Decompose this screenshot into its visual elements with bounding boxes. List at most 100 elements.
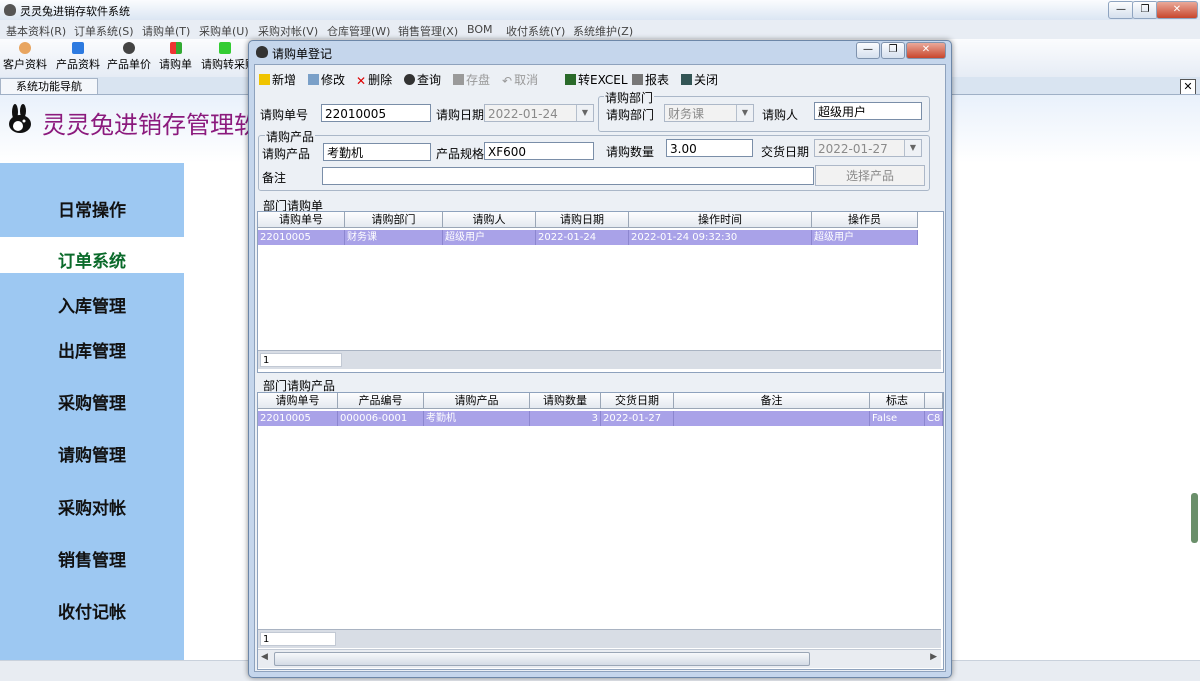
undo-icon: ↶: [502, 74, 513, 88]
minimize-button[interactable]: —: [1108, 1, 1134, 19]
menu-requisition[interactable]: 请购单(T): [142, 23, 190, 39]
grid2-footer: 1: [258, 629, 941, 648]
excel-icon: [565, 74, 576, 85]
dialog-title: 请购单登记: [272, 47, 333, 61]
scroll-right-icon[interactable]: ▶: [930, 652, 937, 662]
nav-close-icon[interactable]: ✕: [1180, 79, 1196, 95]
nav-item-inbound[interactable]: 入库管理: [0, 292, 184, 317]
product-label: 请购产品: [262, 147, 311, 161]
close-dialog-button[interactable]: 关闭: [681, 71, 718, 88]
exit-icon: [681, 74, 692, 85]
toolbar-price[interactable]: 产品单价: [107, 42, 151, 72]
req-no-field[interactable]: 22010005: [321, 104, 431, 122]
remark-field[interactable]: [322, 167, 814, 185]
cancel-button[interactable]: ↶ 取消: [502, 71, 538, 88]
qty-label: 请购数量: [606, 145, 655, 159]
menu-warehouse[interactable]: 仓库管理(W): [327, 23, 390, 39]
cell-dept: 财务课: [345, 230, 443, 245]
chevron-down-icon[interactable]: ▼: [736, 105, 753, 121]
new-icon: [259, 74, 270, 85]
toolbar-product[interactable]: 产品资料: [56, 42, 100, 72]
edit-button[interactable]: 修改: [308, 71, 345, 88]
close-button[interactable]: ✕: [1156, 1, 1198, 19]
delete-button[interactable]: ✕ 删除: [356, 71, 392, 88]
nav-panel: 日常操作 订单系统 入库管理 出库管理 采购管理 请购管理 采购对帐 销售管理 …: [0, 163, 184, 660]
spec-label: 产品规格: [436, 147, 485, 161]
chevron-down-icon[interactable]: ▼: [576, 105, 593, 121]
product-field[interactable]: 考勤机: [323, 143, 431, 161]
nav-item-sales[interactable]: 销售管理: [0, 546, 184, 571]
cell-reqno: 22010005: [258, 411, 338, 426]
toolbar-req-to-purchase[interactable]: 请购转采购: [201, 42, 249, 72]
nav-item-payment[interactable]: 收付记帐: [0, 598, 184, 623]
nav-item-requisition[interactable]: 请购管理: [0, 441, 184, 466]
product-group-label: 请购产品: [265, 128, 316, 145]
menu-order[interactable]: 订单系统(S): [74, 23, 134, 39]
requester-field[interactable]: 超级用户: [814, 102, 922, 120]
chevron-down-icon[interactable]: ▼: [904, 140, 921, 156]
toolbar-requisition[interactable]: 请购单: [159, 42, 192, 72]
grid2-col-qty[interactable]: 请购数量: [530, 393, 601, 409]
req-no-label: 请购单号: [260, 108, 309, 122]
box-icon: [72, 42, 84, 54]
new-button[interactable]: 新增: [259, 71, 296, 88]
dept-select[interactable]: 财务课 ▼: [664, 104, 754, 122]
nav-item-order[interactable]: 订单系统: [0, 247, 184, 272]
nav-item-outbound[interactable]: 出库管理: [0, 337, 184, 362]
grid1-col-date[interactable]: 请购日期: [536, 212, 629, 228]
qty-field[interactable]: 3.00: [666, 139, 753, 157]
dialog-close-button[interactable]: ✕: [906, 42, 946, 59]
table-row[interactable]: 22010005 000006-0001 考勤机 3 2022-01-27 Fa…: [258, 411, 943, 426]
menu-purchase[interactable]: 采购单(U): [199, 23, 249, 39]
grid1-col-optime[interactable]: 操作时间: [629, 212, 812, 228]
cell-optime: 2022-01-24 09:32:30: [629, 230, 812, 245]
excel-button[interactable]: 转EXCEL: [565, 71, 628, 88]
grid2-col-remark[interactable]: 备注: [674, 393, 870, 409]
binoculars-icon: [404, 74, 415, 85]
menu-maintenance[interactable]: 系统维护(Z): [573, 23, 633, 39]
grid2-col-reqno[interactable]: 请购单号: [258, 393, 338, 409]
req-date-field[interactable]: 2022-01-24 ▼: [484, 104, 594, 122]
table-row[interactable]: 22010005 财务课 超级用户 2022-01-24 2022-01-24 …: [258, 230, 918, 245]
maximize-button[interactable]: ❐: [1132, 1, 1158, 19]
printer-icon: [632, 74, 643, 85]
scrollbar-thumb[interactable]: [1191, 493, 1198, 543]
dept-requisition-product-grid: 请购单号 产品编号 请购产品 请购数量 交货日期 备注 标志 22010005 …: [257, 392, 944, 670]
grid2-col-extra[interactable]: [925, 393, 943, 409]
menu-bom[interactable]: BOM: [467, 23, 493, 36]
dialog-maximize-button[interactable]: ❐: [881, 42, 905, 59]
grid2-col-prodno[interactable]: 产品编号: [338, 393, 424, 409]
select-product-button[interactable]: 选择产品: [815, 165, 925, 186]
grid2-col-delivery[interactable]: 交货日期: [601, 393, 674, 409]
grid1-col-dept[interactable]: 请购部门: [345, 212, 443, 228]
grid2-col-product[interactable]: 请购产品: [424, 393, 530, 409]
grid1-record-count: 1: [260, 353, 342, 367]
menu-bar: 基本资料(R) 订单系统(S) 请购单(T) 采购单(U) 采购对帐(V) 仓库…: [0, 20, 1200, 40]
nav-item-reconcile[interactable]: 采购对帐: [0, 494, 184, 519]
grid2-col-flag[interactable]: 标志: [870, 393, 925, 409]
menu-reconcile[interactable]: 采购对帐(V): [258, 23, 318, 39]
nav-item-daily[interactable]: 日常操作: [0, 196, 184, 221]
toolbar-customer[interactable]: 客户资料: [3, 42, 47, 72]
delivery-label: 交货日期: [761, 145, 810, 159]
nav-tab[interactable]: 系统功能导航: [0, 78, 98, 95]
hscroll-thumb[interactable]: [274, 652, 810, 666]
nav-item-purchase[interactable]: 采购管理: [0, 389, 184, 414]
menu-basic[interactable]: 基本资料(R): [6, 23, 66, 39]
menu-sales[interactable]: 销售管理(X): [398, 23, 458, 39]
spec-field[interactable]: XF600: [484, 142, 594, 160]
dialog-minimize-button[interactable]: —: [856, 42, 880, 59]
grid1-col-operator[interactable]: 操作员: [812, 212, 918, 228]
report-button[interactable]: 报表: [632, 71, 669, 88]
grid1-col-requester[interactable]: 请购人: [443, 212, 536, 228]
main-titlebar: 灵灵兔进销存软件系统 — ❐ ✕: [0, 0, 1200, 21]
save-icon: [453, 74, 464, 85]
grid1-col-reqno[interactable]: 请购单号: [258, 212, 345, 228]
menu-payment[interactable]: 收付系统(Y): [506, 23, 565, 39]
save-button[interactable]: 存盘: [453, 71, 490, 88]
cell-operator: 超级用户: [812, 230, 918, 245]
grid2-hscrollbar[interactable]: ◀ ▶: [258, 649, 941, 668]
query-button[interactable]: 查询: [404, 71, 441, 88]
delivery-date-field[interactable]: 2022-01-27 ▼: [814, 139, 922, 157]
scroll-left-icon[interactable]: ◀: [261, 652, 268, 662]
